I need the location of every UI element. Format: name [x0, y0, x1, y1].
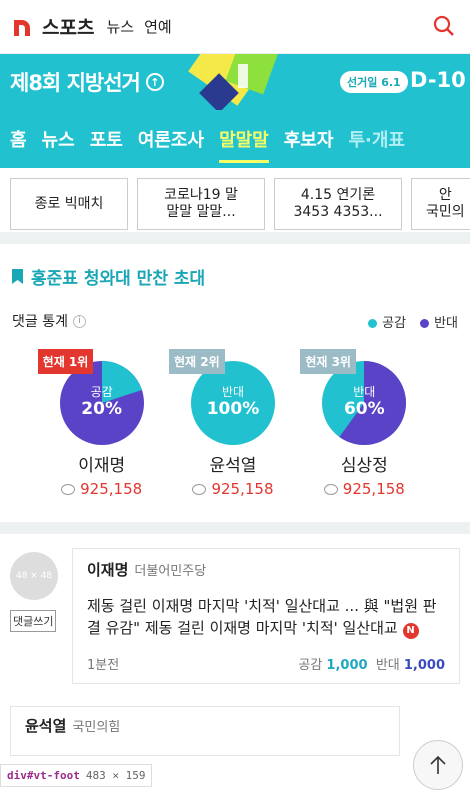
tab-news[interactable]: 뉴스: [42, 126, 75, 152]
tab-photo[interactable]: 포토: [90, 126, 123, 152]
pie-percent: 20%: [81, 399, 122, 419]
legend-oppose-dot: [420, 318, 430, 328]
arrow-up-icon[interactable]: ↑: [145, 73, 164, 91]
legend-agree-label: 공감: [382, 315, 407, 331]
devtools-size: 483 × 159: [85, 769, 146, 782]
comment-author[interactable]: 이재명: [87, 561, 128, 579]
comment-text-body: 제동 걸린 이재명 마지막 '치적' 일산대교 ... 與 "법원 판결 유감"…: [87, 597, 437, 637]
arrow-up-icon: [430, 755, 446, 774]
comment-icon: [192, 484, 207, 495]
legend-agree-dot: [368, 318, 378, 328]
tab-candidates[interactable]: 후보자: [284, 126, 334, 152]
topic-chips: 종로 빅매치 코로나19 말 말말 말말... 4.15 연기론 3453 43…: [0, 168, 470, 244]
candidate-card[interactable]: 현재 2위 반대 100% 윤석열 925,158: [168, 349, 283, 498]
topic-chip[interactable]: 안 국민의: [411, 178, 470, 230]
comment-stats-section: 홍준표 청와대 만찬 초대 댓글 통계 i 공감 반대 현재 1위 공감 20%…: [0, 244, 470, 498]
legend-oppose-label: 반대: [434, 315, 458, 331]
oppose-count: 1,000: [403, 657, 445, 673]
banner-title: 제8회 지방선거: [10, 71, 141, 95]
stats-title: 댓글 통계: [12, 314, 68, 330]
comment-count: 925,158: [314, 480, 414, 498]
tab-home[interactable]: 홈: [10, 126, 27, 152]
pie-percent: 60%: [343, 399, 385, 419]
stats-header: 댓글 통계 i 공감 반대: [12, 311, 458, 331]
banner-deco: [238, 64, 248, 88]
devtools-tooltip: div#vt-foot 483 × 159: [0, 764, 153, 787]
scroll-top-button[interactable]: [413, 740, 463, 790]
agree-count: 1,000: [326, 657, 368, 673]
comment-bubble: 이재명 더불어민주당 제동 걸린 이재명 마지막 '치적' 일산대교 ... 與 …: [72, 548, 460, 684]
pie-label: 공감: [90, 385, 113, 399]
comment-bubble: 윤석열 국민의힘: [10, 705, 400, 756]
tab-quotes[interactable]: 말말말: [219, 126, 269, 163]
comment-party: 국민의힘: [72, 719, 121, 735]
comment-count: 925,158: [52, 480, 152, 498]
comment-votes: 공감 1,000 반대 1,000: [298, 654, 445, 673]
comment-party: 더불어민주당: [134, 564, 207, 579]
rank-badge: 현재 3위: [300, 349, 356, 374]
rank-badge: 현재 1위: [37, 349, 94, 374]
tab-vote-count[interactable]: 투·개표: [348, 126, 405, 152]
comment-icon: [323, 484, 338, 495]
bookmark-icon: [12, 269, 23, 284]
dday-counter: D-10: [410, 68, 466, 92]
top-header: 스포츠 뉴스 연예: [0, 0, 470, 54]
pie-label: 반대: [221, 385, 245, 399]
info-icon[interactable]: i: [72, 314, 86, 328]
comment-footer: 1분전 공감 1,000 반대 1,000: [87, 654, 445, 673]
tab-poll[interactable]: 여론조사: [138, 126, 204, 152]
search-icon[interactable]: [432, 14, 456, 38]
candidate-list: 현재 1위 공감 20% 이재명 925,158 현재 2위 반대 100% 윤…: [12, 349, 458, 498]
oppose-label[interactable]: 반대: [376, 658, 400, 673]
candidate-name: 윤석열: [209, 456, 257, 476]
comment-side: 48 × 48 댓글쓰기: [10, 548, 68, 684]
comment-count-value: 925,158: [342, 480, 405, 498]
pie-label: 반대: [353, 385, 376, 399]
comment-count-value: 925,158: [80, 480, 143, 498]
comment-count: 925,158: [183, 480, 283, 498]
comment-time: 1분전: [87, 657, 120, 673]
topic-heading[interactable]: 홍준표 청와대 만찬 초대: [12, 264, 458, 289]
legend-oppose: 반대: [420, 312, 458, 331]
write-comment-button[interactable]: 댓글쓰기: [10, 610, 57, 632]
comment-text[interactable]: 제동 걸린 이재명 마지막 '치적' 일산대교 ... 與 "법원 판결 유감"…: [87, 596, 445, 640]
topic-title: 홍준표 청와대 만찬 초대: [31, 269, 206, 289]
candidate-card[interactable]: 현재 3위 반대 60% 심상정 925,158: [300, 349, 414, 498]
comment-icon: [61, 484, 76, 495]
comment-author-row: 이재명 더불어민주당: [87, 559, 445, 580]
devtools-selector: div#vt-foot: [7, 769, 80, 782]
topic-chip[interactable]: 코로나19 말 말말 말말...: [137, 178, 265, 230]
rank-badge: 현재 2위: [168, 349, 225, 374]
section-divider: [0, 522, 470, 534]
candidate-card[interactable]: 현재 1위 공감 20% 이재명 925,158: [37, 349, 152, 498]
agree-label[interactable]: 공감: [298, 658, 322, 673]
legend-agree: 공감: [368, 312, 406, 331]
candidate-name: 심상정: [340, 456, 388, 476]
candidate-name: 이재명: [78, 456, 126, 476]
nav-news[interactable]: 뉴스: [106, 16, 134, 37]
brand-title[interactable]: 스포츠: [42, 13, 94, 40]
topic-chip[interactable]: 종로 빅매치: [10, 178, 128, 230]
comment-author[interactable]: 윤석열: [25, 717, 66, 735]
comment-count-value: 925,158: [211, 480, 274, 498]
section-tabs: 홈 뉴스 포토 여론조사 말말말 후보자 투·개표: [0, 110, 470, 168]
avatar: 48 × 48: [10, 552, 58, 600]
election-banner[interactable]: 제8회 지방선거 ↑ 선거일 6.1 D-10: [0, 54, 470, 110]
pie-percent: 100%: [206, 399, 260, 419]
n-icon: N: [402, 622, 419, 639]
election-day-badge: 선거일 6.1: [340, 71, 408, 93]
comment-item: 48 × 48 댓글쓰기 이재명 더불어민주당 제동 걸린 이재명 마지막 '치적…: [0, 534, 470, 684]
stats-legend: 공감 반대: [368, 312, 458, 331]
nav-entertainment[interactable]: 연예: [144, 16, 172, 37]
n-logo-icon[interactable]: [12, 16, 34, 38]
topic-chip[interactable]: 4.15 연기론 3453 4353...: [274, 178, 402, 230]
